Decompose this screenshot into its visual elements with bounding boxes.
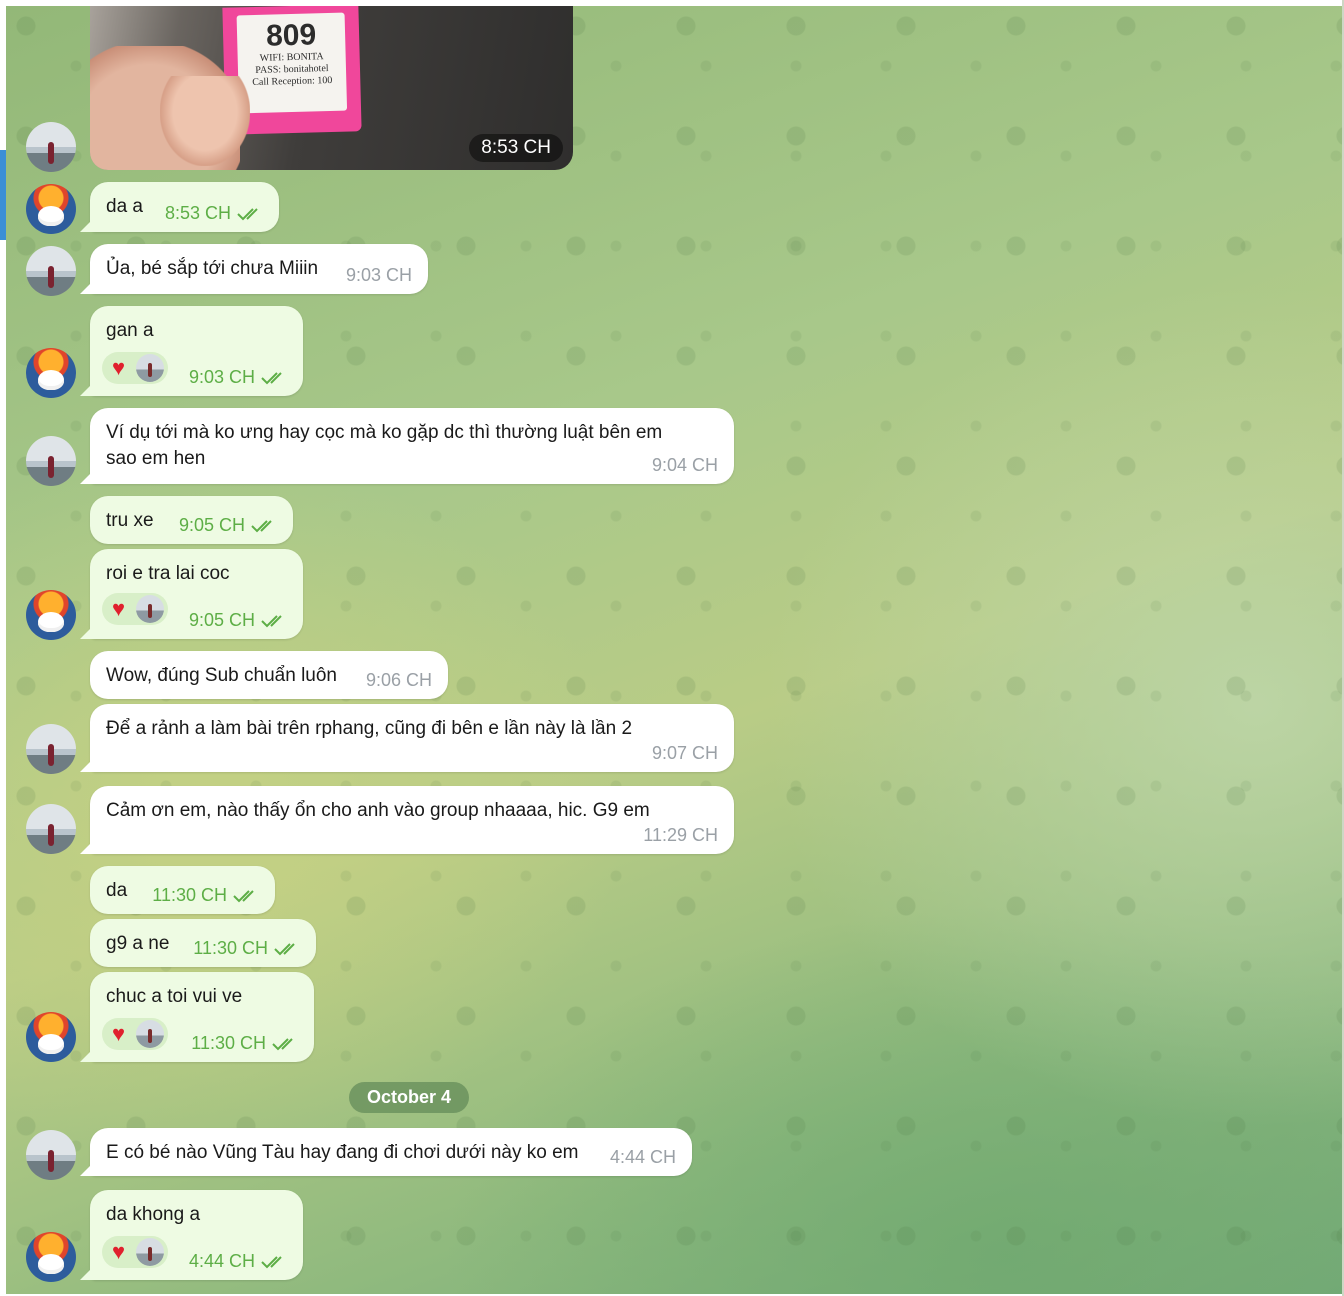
thumb-image bbox=[160, 76, 250, 166]
heart-icon: ♥ bbox=[112, 1021, 126, 1046]
room-number: 809 bbox=[265, 18, 317, 53]
avatar-contact[interactable] bbox=[26, 122, 76, 172]
message-text: g9 a ne bbox=[106, 933, 170, 954]
heart-icon: ♥ bbox=[112, 1239, 126, 1264]
message-bubble[interactable]: Ví dụ tới mà ko ưng hay cọc mà ko gặp dc… bbox=[90, 408, 734, 484]
date-separator: October 4 bbox=[349, 1082, 470, 1113]
double-check-icon bbox=[261, 1256, 282, 1269]
message-text: Để a rảnh a làm bài trên rphang, cũng đi… bbox=[106, 718, 633, 739]
double-check-icon bbox=[233, 890, 254, 903]
message-bubble[interactable]: g9 a ne 11:30 CH bbox=[90, 919, 316, 967]
message-time: 11:30 CH bbox=[193, 935, 300, 961]
chat-background: 809 WIFI: BONITA PASS: bonitahotel Call … bbox=[6, 6, 1344, 1294]
card-reception: Call Reception: 100 bbox=[252, 74, 333, 89]
avatar-self[interactable] bbox=[26, 1232, 76, 1282]
message-text: da bbox=[106, 880, 128, 901]
message-bubble[interactable]: chuc a toi vui ve ♥ 11:30 CH bbox=[90, 972, 314, 1062]
message-bubble[interactable]: gan a ♥ 9:03 CH bbox=[90, 306, 303, 396]
message-bubble[interactable]: Cảm ơn em, nào thấy ổn cho anh vào group… bbox=[90, 786, 734, 854]
message-time: 9:07 CH bbox=[651, 743, 718, 763]
reaction-badge[interactable]: ♥ bbox=[102, 352, 168, 384]
message-time: 8:53 CH bbox=[165, 200, 263, 226]
avatar-contact[interactable] bbox=[26, 436, 76, 486]
message-time: 4:44 CH bbox=[189, 1248, 287, 1274]
heart-icon: ♥ bbox=[112, 596, 126, 621]
message-bubble[interactable]: da khong a ♥ 4:44 CH bbox=[90, 1190, 303, 1280]
heart-icon: ♥ bbox=[112, 355, 126, 380]
double-check-icon bbox=[274, 943, 295, 956]
message-bubble[interactable]: E có bé nào Vũng Tàu hay đang đi chơi dư… bbox=[90, 1128, 692, 1176]
message-time: 9:03 CH bbox=[345, 265, 412, 285]
message-text: gan a bbox=[106, 320, 154, 341]
double-check-icon bbox=[261, 372, 282, 385]
message-time: 9:05 CH bbox=[189, 607, 287, 633]
avatar-contact[interactable] bbox=[26, 1130, 76, 1180]
double-check-icon bbox=[251, 520, 272, 533]
double-check-icon bbox=[237, 208, 258, 221]
reactor-avatar bbox=[136, 1238, 164, 1266]
message-text: da a bbox=[106, 196, 143, 217]
message-text: chuc a toi vui ve bbox=[106, 986, 243, 1007]
reactor-avatar bbox=[136, 1020, 164, 1048]
message-text: Ủa, bé sắp tới chưa Miiin bbox=[106, 258, 319, 279]
message-time: 11:30 CH bbox=[191, 1030, 298, 1056]
active-chat-indicator bbox=[0, 150, 6, 240]
message-text: Wow, đúng Sub chuẩn luôn bbox=[106, 665, 337, 686]
reactor-avatar bbox=[136, 354, 164, 382]
message-time: 11:30 CH bbox=[152, 882, 259, 908]
message-time: 9:05 CH bbox=[179, 512, 277, 538]
avatar-contact[interactable] bbox=[26, 724, 76, 774]
avatar-contact[interactable] bbox=[26, 804, 76, 854]
reaction-badge[interactable]: ♥ bbox=[102, 1018, 168, 1050]
message-text: da khong a bbox=[106, 1204, 201, 1225]
message-text: Cảm ơn em, nào thấy ổn cho anh vào group… bbox=[106, 800, 650, 821]
message-text: E có bé nào Vũng Tàu hay đang đi chơi dư… bbox=[106, 1142, 579, 1163]
message-bubble[interactable]: tru xe 9:05 CH bbox=[90, 496, 293, 544]
reactor-avatar bbox=[136, 595, 164, 623]
message-time: 9:06 CH bbox=[365, 670, 432, 690]
message-time: 9:04 CH bbox=[651, 455, 718, 475]
double-check-icon bbox=[272, 1038, 293, 1051]
message-bubble[interactable]: da a 8:53 CH bbox=[90, 182, 279, 232]
avatar-self[interactable] bbox=[26, 590, 76, 640]
reaction-badge[interactable]: ♥ bbox=[102, 593, 168, 625]
message-bubble[interactable]: Ủa, bé sắp tới chưa Miiin 9:03 CH bbox=[90, 244, 428, 294]
message-bubble[interactable]: da 11:30 CH bbox=[90, 866, 275, 914]
avatar-self[interactable] bbox=[26, 1012, 76, 1062]
message-bubble[interactable]: roi e tra lai coc ♥ 9:05 CH bbox=[90, 549, 303, 639]
avatar-self[interactable] bbox=[26, 348, 76, 398]
double-check-icon bbox=[261, 615, 282, 628]
message-time: 11:29 CH bbox=[643, 825, 718, 845]
message-text: tru xe bbox=[106, 510, 154, 531]
message-bubble[interactable]: Để a rảnh a làm bài trên rphang, cũng đi… bbox=[90, 704, 734, 772]
message-text: roi e tra lai coc bbox=[106, 563, 230, 584]
message-time: 4:44 CH bbox=[609, 1147, 676, 1167]
photo-message[interactable]: 809 WIFI: BONITA PASS: bonitahotel Call … bbox=[90, 6, 573, 170]
avatar-contact[interactable] bbox=[26, 246, 76, 296]
avatar-self[interactable] bbox=[26, 184, 76, 234]
reaction-badge[interactable]: ♥ bbox=[102, 1236, 168, 1268]
message-bubble[interactable]: Wow, đúng Sub chuẩn luôn 9:06 CH bbox=[90, 651, 448, 699]
message-time: 9:03 CH bbox=[189, 364, 287, 390]
photo-time: 8:53 CH bbox=[469, 134, 563, 162]
message-text: Ví dụ tới mà ko ưng hay cọc mà ko gặp dc… bbox=[106, 422, 663, 469]
